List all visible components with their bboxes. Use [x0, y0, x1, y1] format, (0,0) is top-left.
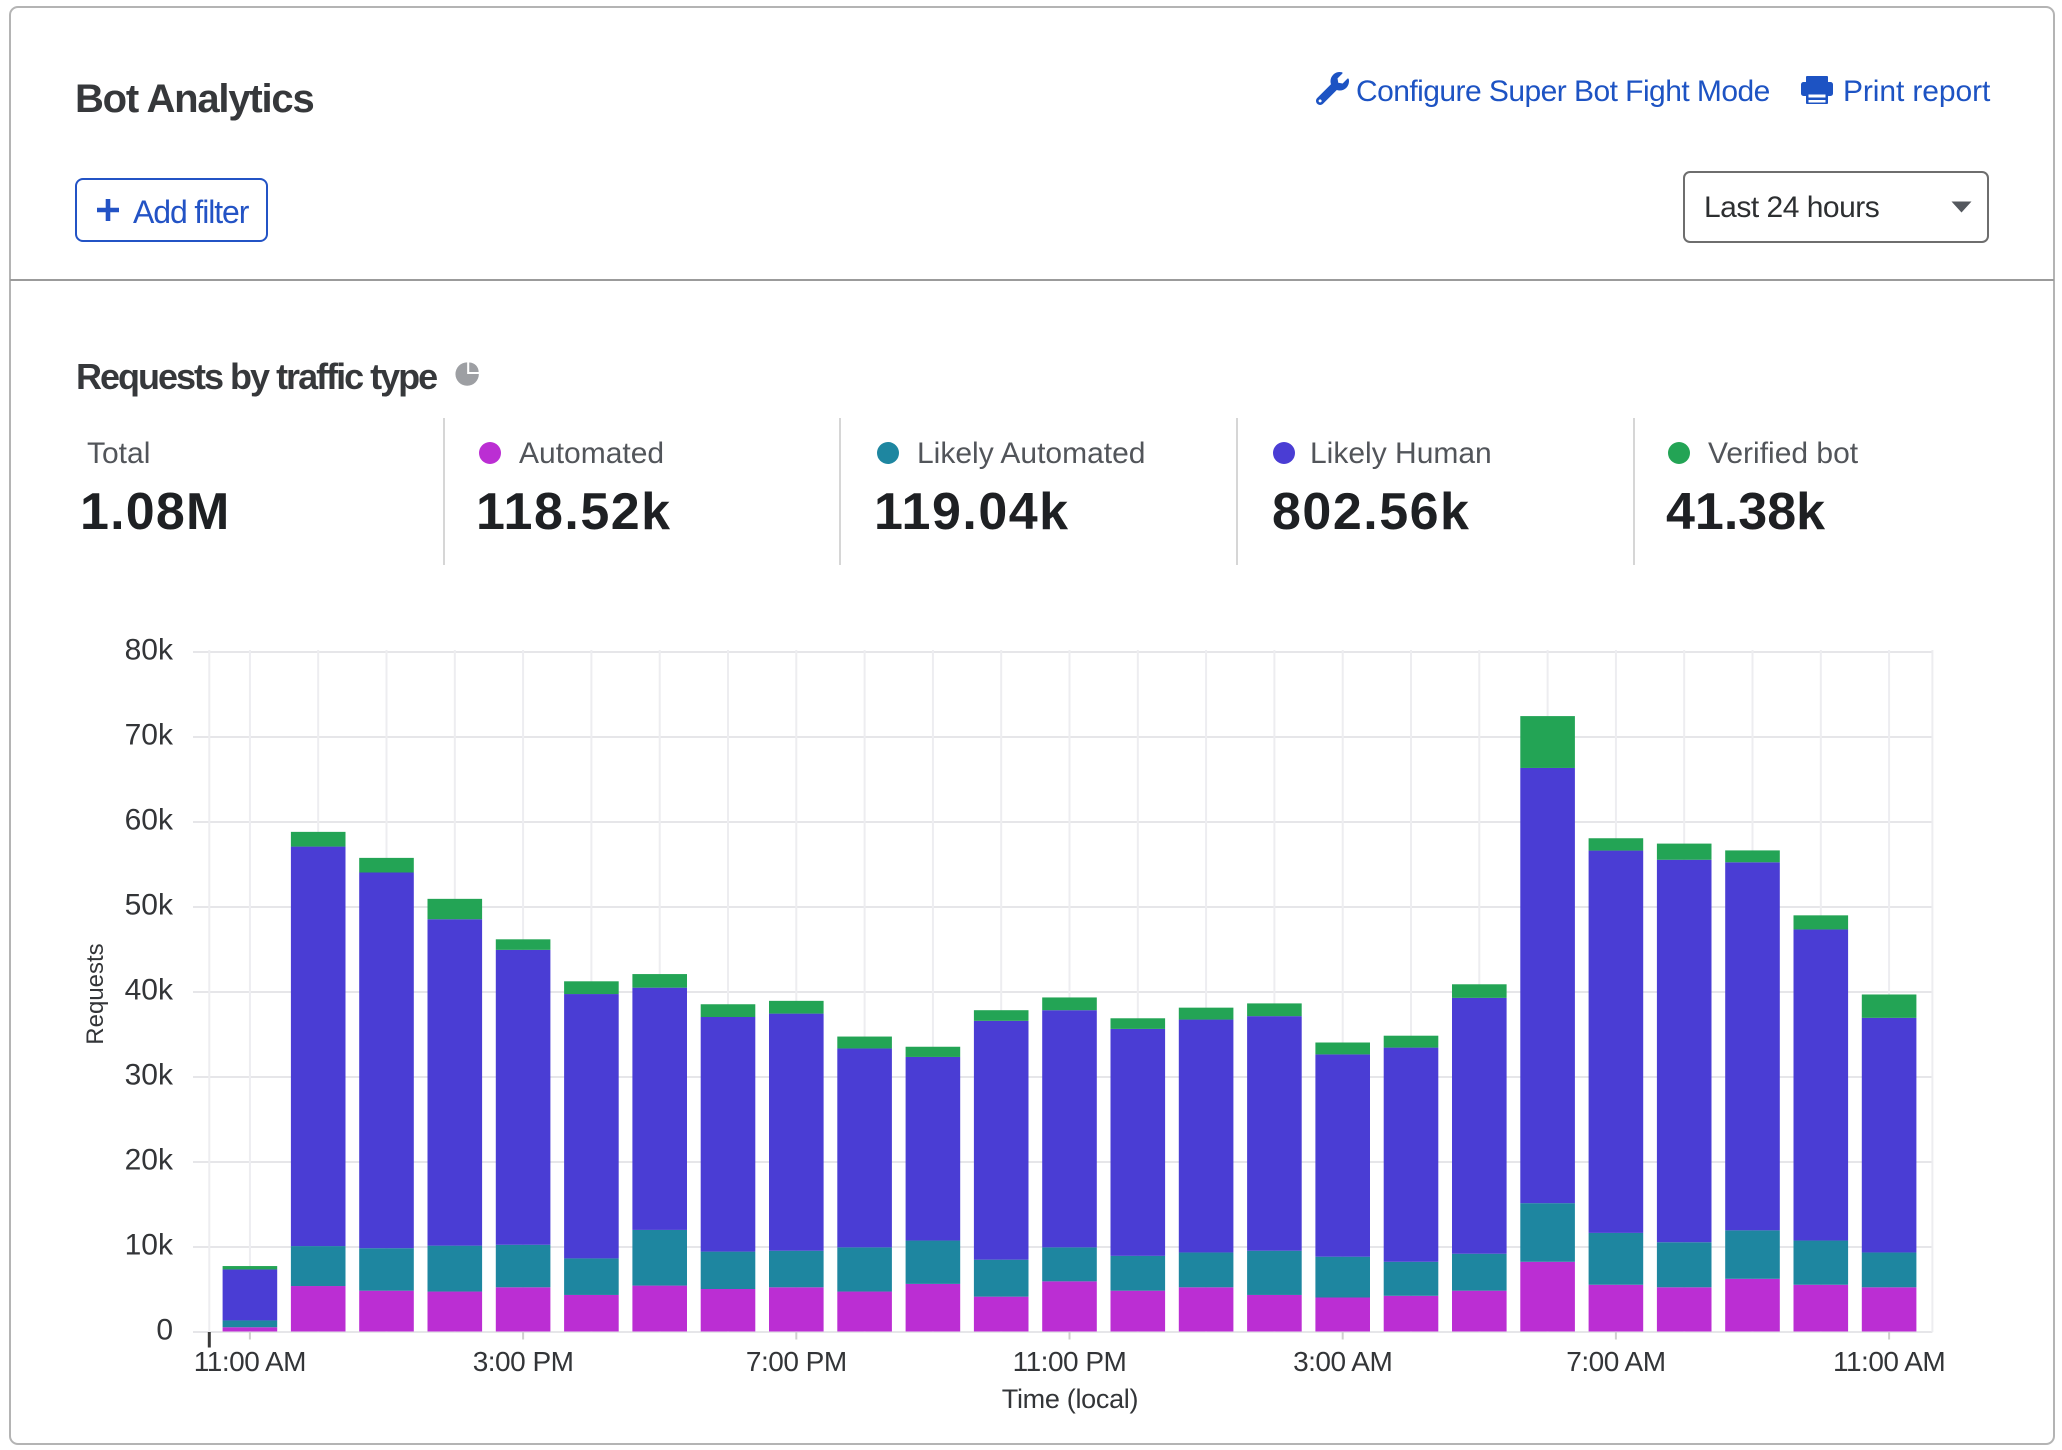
- svg-text:Time (local): Time (local): [1002, 1384, 1138, 1414]
- svg-text:10k: 10k: [125, 1229, 174, 1262]
- svg-text:11:00 PM: 11:00 PM: [1013, 1346, 1127, 1377]
- svg-text:70k: 70k: [125, 719, 174, 752]
- svg-text:7:00 PM: 7:00 PM: [746, 1346, 847, 1377]
- svg-text:30k: 30k: [125, 1059, 174, 1092]
- svg-text:20k: 20k: [125, 1144, 174, 1177]
- svg-text:11:00 AM: 11:00 AM: [1833, 1346, 1945, 1377]
- svg-text:3:00 PM: 3:00 PM: [473, 1346, 574, 1377]
- svg-text:11:00 AM: 11:00 AM: [194, 1346, 306, 1377]
- svg-text:Requests: Requests: [82, 943, 109, 1044]
- svg-text:80k: 80k: [125, 634, 174, 667]
- svg-text:60k: 60k: [125, 804, 174, 837]
- svg-text:0: 0: [156, 1314, 173, 1347]
- svg-text:3:00 AM: 3:00 AM: [1293, 1346, 1392, 1377]
- svg-text:50k: 50k: [125, 889, 174, 922]
- svg-text:7:00 AM: 7:00 AM: [1566, 1346, 1665, 1377]
- svg-text:40k: 40k: [125, 974, 174, 1007]
